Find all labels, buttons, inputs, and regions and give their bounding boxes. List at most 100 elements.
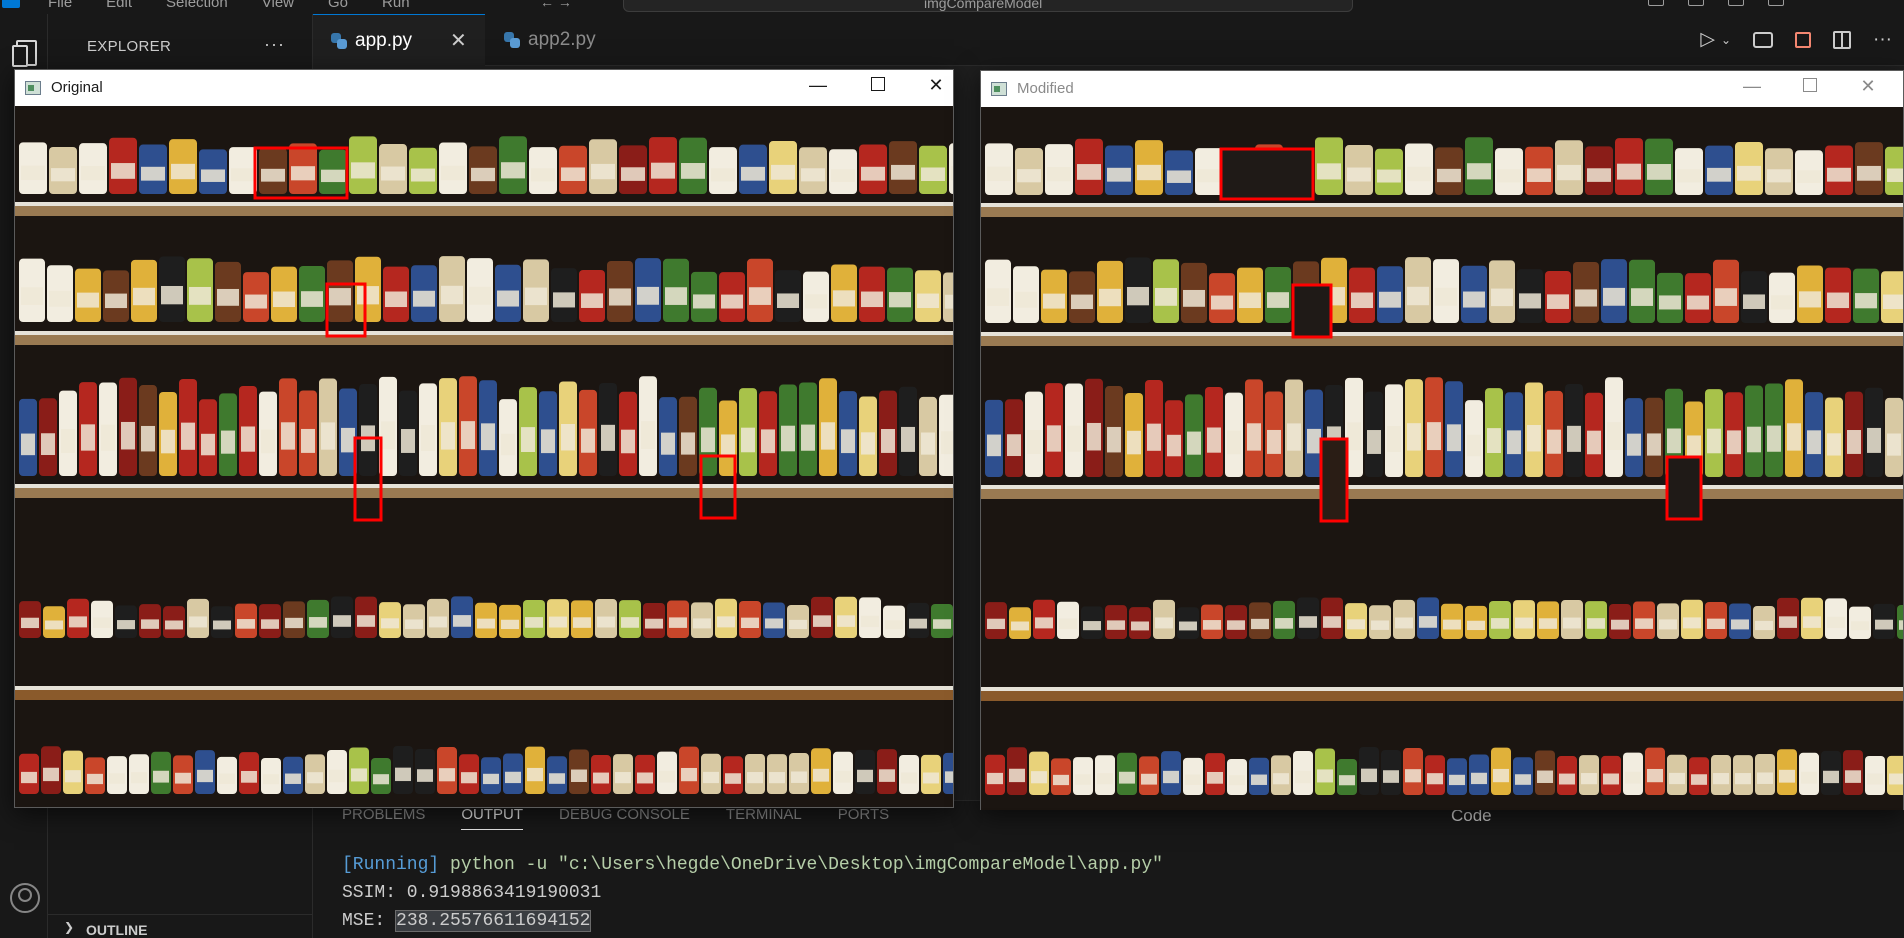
running-tag: [Running] [342, 855, 440, 875]
product-label [921, 432, 935, 455]
product-label [1449, 774, 1465, 786]
product-label [1119, 771, 1135, 784]
product-label [1467, 163, 1491, 180]
product-label [21, 771, 37, 784]
product-label [1771, 295, 1793, 310]
product-label [219, 773, 235, 784]
product-label [1405, 769, 1421, 783]
product-label [777, 293, 799, 308]
close-window-button[interactable]: ✕ [1845, 76, 1891, 97]
original-window[interactable]: Original — ✕ [14, 69, 954, 808]
menu-bar: File Edit Selection View Go Run [48, 0, 410, 11]
menu-run[interactable]: Run [382, 0, 410, 11]
product-label [395, 767, 411, 782]
product-label [987, 166, 1011, 182]
menu-edit[interactable]: Edit [106, 0, 132, 11]
product-label [413, 290, 435, 307]
product-label [1683, 617, 1701, 629]
product-label [1631, 288, 1653, 306]
product-label [1163, 770, 1179, 784]
outline-section[interactable]: ❯ OUTLINE [48, 914, 313, 938]
toggle-sidebar-icon[interactable] [1648, 0, 1664, 6]
chevron-down-icon[interactable]: ⌄ [1721, 33, 1731, 47]
product-label [1743, 294, 1765, 309]
product-label [1179, 621, 1197, 631]
product-label [885, 620, 903, 630]
product-label [1107, 426, 1121, 453]
product-label [161, 285, 183, 305]
account-icon[interactable] [7, 880, 41, 914]
product-label [351, 768, 367, 782]
product-label [65, 770, 81, 783]
toggle-secondary-sidebar-icon[interactable] [1728, 0, 1744, 6]
product-label [231, 168, 255, 182]
product-label [213, 620, 231, 630]
menu-selection[interactable]: Selection [166, 0, 228, 11]
run-python-icon[interactable]: ▷ [1700, 28, 1715, 51]
product-label [1167, 170, 1191, 183]
more-actions-icon[interactable]: ··· [1873, 29, 1892, 51]
explorer-files-icon[interactable] [7, 36, 41, 70]
customize-layout-icon[interactable] [1768, 0, 1784, 6]
product-label [93, 617, 111, 628]
menu-view[interactable]: View [262, 0, 294, 11]
product-label [1575, 289, 1597, 307]
product-label [1467, 620, 1485, 631]
tab-app2-py[interactable]: app2.py [486, 14, 626, 66]
menu-file[interactable]: File [48, 0, 72, 11]
product-label [285, 773, 301, 784]
product-label [1607, 422, 1621, 451]
modified-window[interactable]: Modified — ✕ [980, 70, 1904, 810]
product-label [61, 429, 75, 453]
tab-output[interactable]: OUTPUT [461, 806, 524, 830]
product-label [1273, 773, 1289, 785]
window-title-bar[interactable]: Modified — ✕ [981, 71, 1903, 107]
price-strip [15, 686, 953, 690]
split-editor-icon[interactable] [1833, 30, 1852, 49]
product-label [1007, 434, 1021, 457]
product-label [1275, 618, 1293, 629]
product-label [681, 767, 697, 782]
product-label [1767, 425, 1781, 452]
tab-terminal[interactable]: TERMINAL [726, 806, 802, 830]
product-label [1747, 426, 1761, 453]
explorer-more-icon[interactable]: ··· [264, 34, 285, 55]
removed-product [1667, 457, 1701, 519]
stop-icon[interactable] [1795, 31, 1812, 48]
product-label [561, 423, 575, 451]
product-label [1823, 770, 1839, 784]
toggle-panel-icon[interactable] [1688, 0, 1704, 6]
product-label [1043, 293, 1065, 309]
product-label [711, 168, 735, 182]
tab-problems[interactable]: PROBLEMS [342, 806, 425, 830]
product-label [401, 429, 415, 453]
product-label [197, 769, 213, 783]
product-label [693, 618, 711, 629]
product-label [1801, 771, 1817, 784]
minimize-button[interactable]: — [795, 75, 841, 96]
product-label [901, 772, 917, 784]
product-label [693, 294, 715, 309]
product-label [1603, 773, 1619, 785]
mse-value[interactable]: 238.25576611694152 [395, 910, 592, 932]
product-label [1527, 424, 1541, 452]
minimize-button[interactable]: — [1729, 76, 1775, 97]
product-label [1515, 774, 1531, 785]
tab-app-py[interactable]: app.py ✕ [313, 14, 485, 66]
printer-icon[interactable] [1753, 31, 1774, 48]
tab-ports[interactable]: PORTS [838, 806, 889, 830]
output-line-mse: MSE: 238.25576611694152 [342, 907, 1163, 935]
close-tab-icon[interactable]: ✕ [450, 28, 467, 53]
product-label [1419, 616, 1437, 628]
maximize-button[interactable] [1787, 76, 1833, 97]
maximize-button[interactable] [855, 75, 901, 96]
window-title-bar[interactable]: Original — ✕ [15, 70, 953, 106]
product-label [1803, 616, 1821, 628]
product-label [1887, 168, 1903, 182]
tab-debug-console[interactable]: DEBUG CONSOLE [559, 806, 690, 830]
close-window-button[interactable]: ✕ [913, 75, 959, 96]
product-label [741, 427, 755, 453]
menu-go[interactable]: Go [328, 0, 348, 11]
command-center[interactable]: imgCompareModel [623, 0, 1353, 12]
nav-arrows[interactable]: ← → [540, 0, 572, 10]
